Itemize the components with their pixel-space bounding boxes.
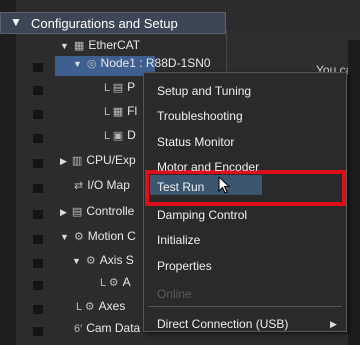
tree-item-io-map[interactable]: ⇄ I/O Map — [74, 178, 130, 198]
tree-item-label: I/O Map — [87, 178, 130, 192]
tree-item-fl[interactable]: L ▦ Fl — [104, 104, 137, 124]
menu-item-direct-connection-usb[interactable]: Direct Connection (USB) — [157, 317, 288, 331]
gutter-marker — [33, 210, 43, 219]
window: ▼ Configurations and Setup ▼ ▦ EtherCAT ▼ ◎… — [0, 0, 360, 345]
tree-item-axis[interactable]: L ⚙ A — [100, 275, 131, 295]
tree-item-axes[interactable]: L ⚙ Axes — [76, 299, 125, 319]
gutter-marker — [33, 235, 43, 244]
gutter-marker — [33, 110, 43, 119]
tree-item-node1[interactable]: ▼ ◎ Node1 : R88D-1SN0 — [55, 56, 211, 76]
mouse-cursor-icon — [218, 175, 232, 194]
tree-header[interactable]: ▼ Configurations and Setup — [0, 12, 226, 34]
tree-item-d[interactable]: L ▣ D — [104, 128, 136, 148]
tree-header-label: Configurations and Setup — [31, 16, 178, 31]
gutter-marker — [33, 184, 43, 193]
expand-arrow-icon[interactable]: ▼ — [73, 59, 82, 69]
left-gutter — [0, 0, 16, 345]
cpu-icon: ▥ — [71, 155, 83, 167]
collapse-arrow-icon[interactable]: ▼ — [10, 15, 22, 29]
parameter-icon: L ▤ — [104, 82, 124, 94]
menu-item-damping-control[interactable]: Damping Control — [157, 208, 247, 222]
gutter-marker — [33, 134, 43, 143]
tree-item-axis-settings[interactable]: ▼ ⚙ Axis S — [72, 253, 134, 273]
file-icon: L ▦ — [104, 106, 124, 118]
menu-item-test-run[interactable]: Test Run — [157, 180, 204, 194]
tree-item-controller[interactable]: ▶ ▤ Controlle — [60, 204, 134, 224]
gutter-marker — [33, 63, 43, 72]
menu-separator — [148, 306, 342, 307]
scrollbar-track[interactable] — [348, 40, 360, 345]
gutter-marker — [33, 327, 43, 336]
menu-item-status-monitor[interactable]: Status Monitor — [157, 135, 234, 149]
menu-item-motor-and-encoder[interactable]: Motor and Encoder — [157, 160, 259, 174]
servo-node-icon: ◎ — [86, 58, 97, 70]
gutter-marker — [33, 259, 43, 268]
controller-icon: ▤ — [71, 206, 83, 218]
menu-item-online: Online — [157, 287, 192, 301]
tree-item-label: EtherCAT — [88, 38, 141, 52]
expand-arrow-icon[interactable]: ▼ — [60, 41, 69, 51]
menu-item-troubleshooting[interactable]: Troubleshooting — [157, 109, 243, 123]
menu-item-setup-and-tuning[interactable]: Setup and Tuning — [157, 84, 251, 98]
axes-group-icon: L ⚙ — [76, 301, 95, 313]
tree-item-motion[interactable]: ▼ ⚙ Motion C — [60, 229, 136, 249]
data-icon: L ▣ — [104, 130, 124, 142]
tree-item-label: Axes — [98, 299, 126, 313]
tree-item-label: Axis S — [99, 253, 134, 267]
gutter-marker — [33, 86, 43, 95]
gutter-marker — [33, 281, 43, 290]
tree-item-cam-data[interactable]: 6′ Cam Data — [74, 321, 140, 341]
tree-item-label: D — [127, 128, 136, 142]
expand-arrow-icon[interactable]: ▶ — [60, 207, 67, 217]
tree-item-label: Node1 : R88D-1SN0 — [100, 56, 211, 70]
axis-icon: ⚙ — [85, 255, 96, 267]
gutter-marker — [33, 305, 43, 314]
tree-item-label: CPU/Exp — [86, 153, 136, 167]
expand-arrow-icon[interactable]: ▶ — [60, 156, 67, 166]
tree-item-label: A — [122, 275, 131, 289]
gutter-marker — [33, 159, 43, 168]
submenu-arrow-icon: ▶ — [330, 319, 337, 329]
tree-item-ethercat[interactable]: ▼ ▦ EtherCAT — [60, 38, 140, 58]
tree-item-cpu[interactable]: ▶ ▥ CPU/Exp — [60, 153, 136, 173]
menu-item-properties[interactable]: Properties — [157, 259, 212, 273]
axis-icon: L ⚙ — [100, 277, 119, 289]
motion-icon: ⚙ — [73, 231, 84, 243]
io-map-icon: ⇄ — [74, 180, 84, 192]
tree-item-p[interactable]: L ▤ P — [104, 80, 135, 100]
tree-item-label: Fl — [127, 104, 138, 118]
expand-arrow-icon[interactable]: ▼ — [72, 256, 81, 266]
tree-item-label: Motion C — [87, 229, 136, 243]
network-icon: ▦ — [73, 40, 85, 52]
menu-item-initialize[interactable]: Initialize — [157, 233, 200, 247]
cam-icon: 6′ — [74, 323, 83, 335]
expand-arrow-icon[interactable]: ▼ — [60, 232, 69, 242]
tree-item-label: P — [127, 80, 136, 94]
tree-item-label: Cam Data — [86, 321, 141, 335]
tree-item-label: Controlle — [86, 204, 135, 218]
